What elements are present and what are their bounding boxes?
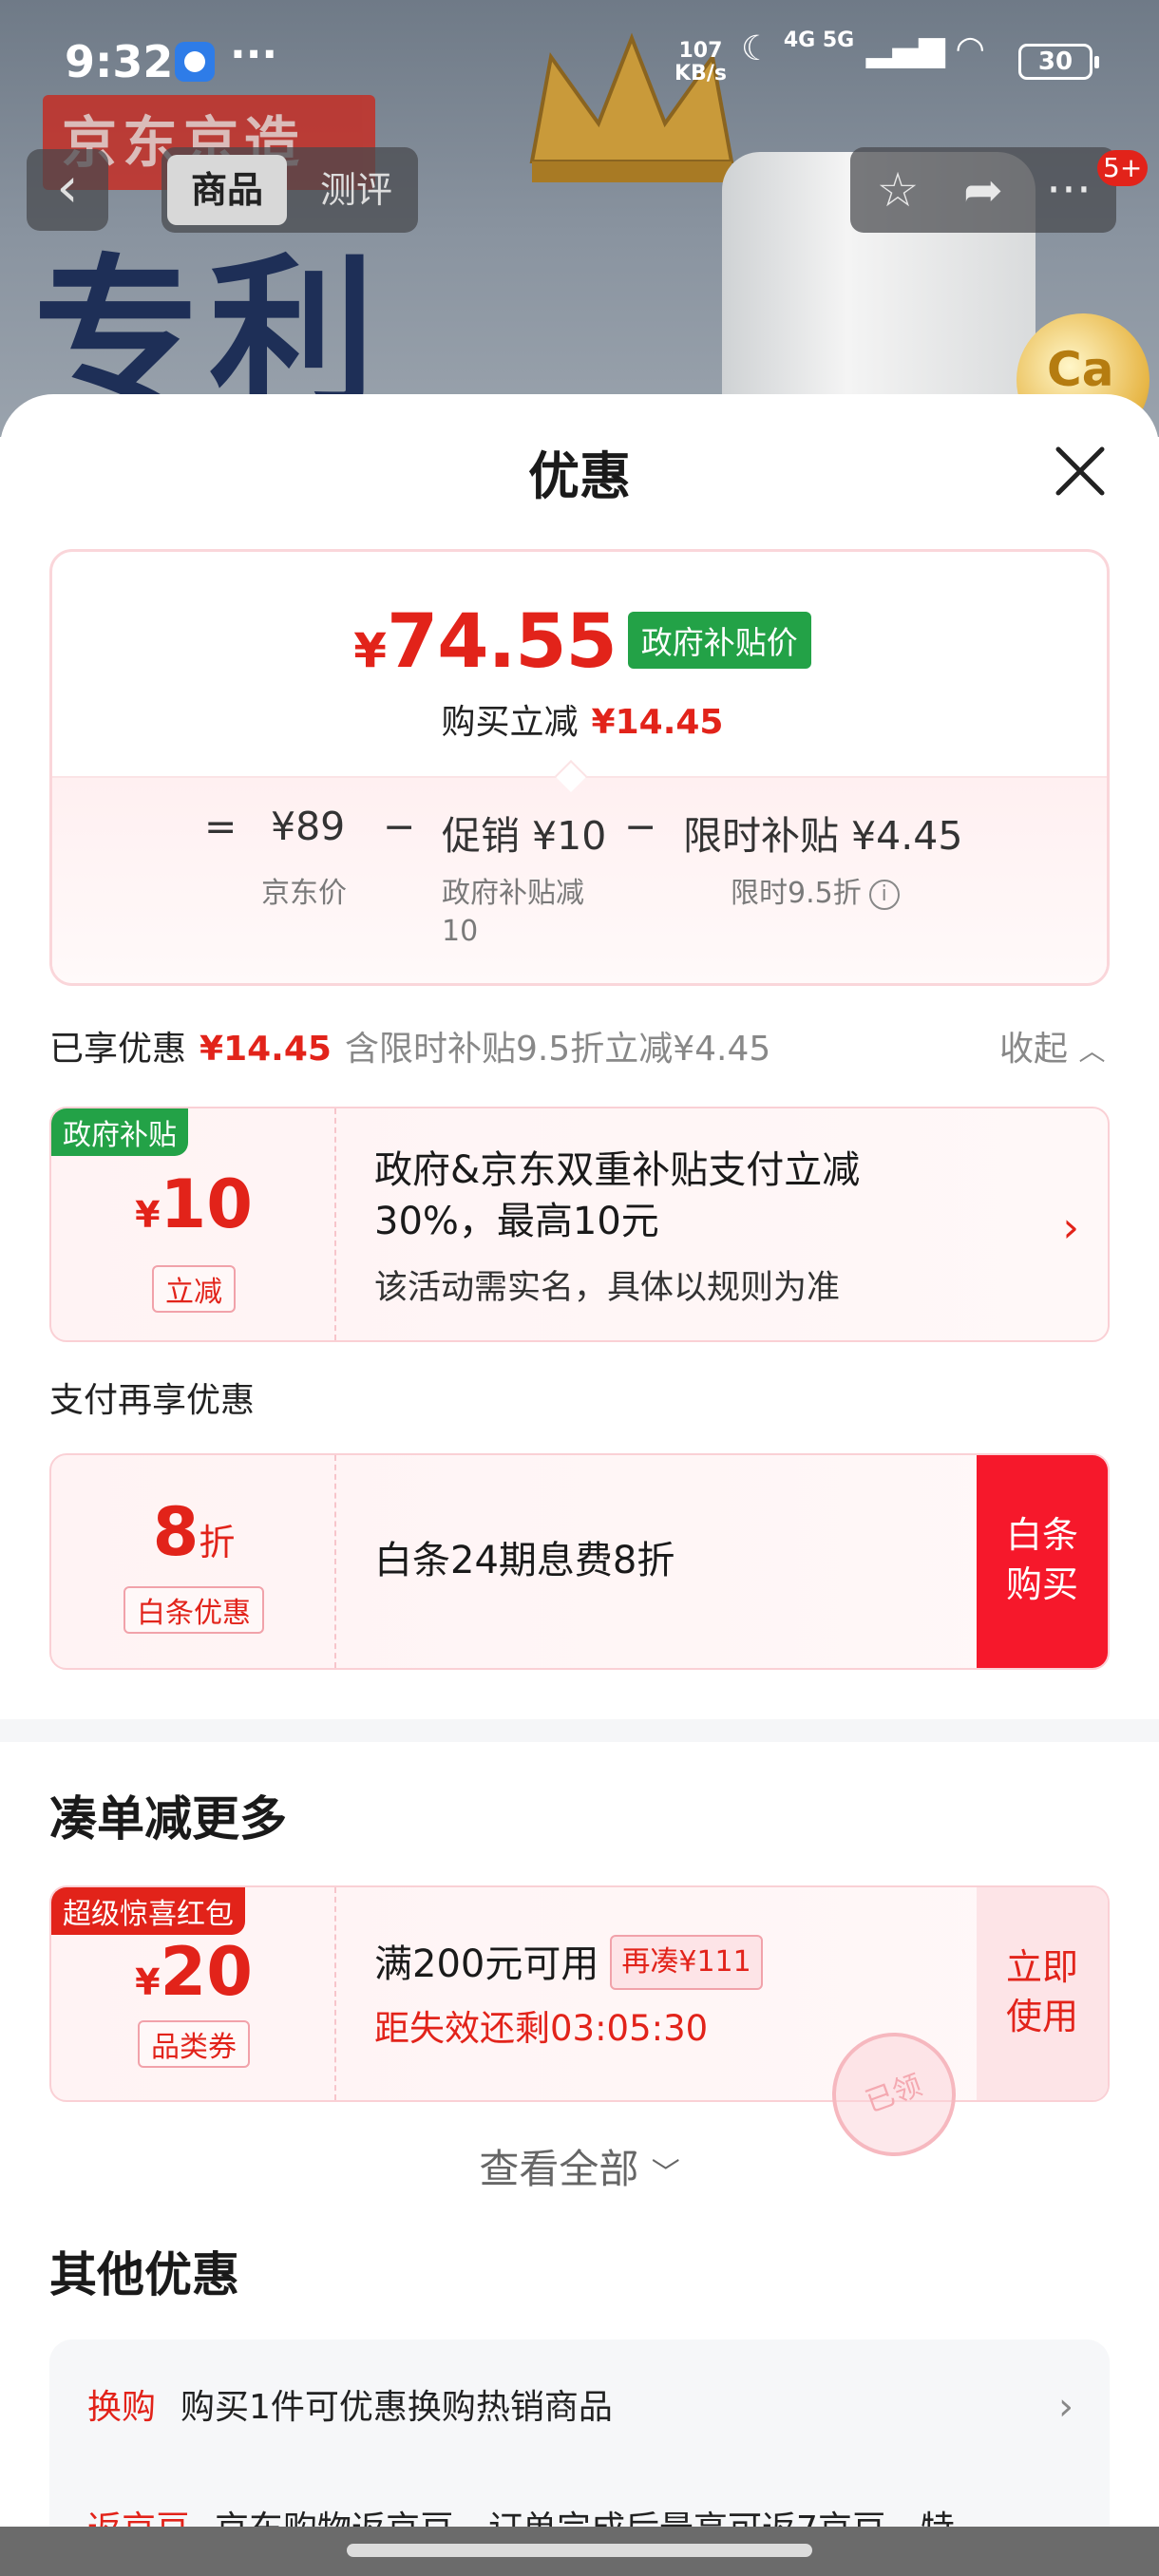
cart-badge: 5+ <box>1097 150 1149 186</box>
coupon-value-area: 政府补贴 ¥10 立减 <box>51 1108 336 1340</box>
coupon-chip: 立减 <box>51 1265 336 1313</box>
more-icon[interactable]: ··· <box>1031 155 1107 225</box>
chevron-right-icon[interactable]: › <box>1062 1203 1079 1252</box>
save-line: 购买立减 ¥14.45 <box>441 703 724 742</box>
back-button[interactable]: ‹ <box>27 149 108 231</box>
status-time: 9:32 <box>65 36 174 87</box>
home-indicator[interactable] <box>0 2527 1159 2576</box>
combine-heading: 凑单减更多 <box>49 1791 287 1847</box>
list-item[interactable]: 换购 购买1件可优惠换购热销商品 <box>87 2379 613 2429</box>
formula-minus: − <box>383 804 416 849</box>
coupon-value-area: 超级惊喜红包 ¥20 品类券 <box>51 1887 336 2100</box>
label-subsidy: 限时9.5折 i <box>731 875 900 913</box>
app-root: 京东京造 专利 Ca 9:32 ··· 107 KB/s ☾ 4G 5G ▂▄▆… <box>0 0 1159 2576</box>
chevron-up-icon: ︿ <box>1078 1035 1106 1067</box>
final-price: ¥74.55 政府补贴价 <box>52 599 1107 685</box>
signal-icon: ▂▄▆ <box>865 29 945 68</box>
signal-icons: ☾ 4G 5G ▂▄▆ ◠ <box>741 28 983 68</box>
network-label: 4G 5G <box>783 28 855 52</box>
baitiao-coupon[interactable]: 8折 白条优惠 白条24期息费8折 白条 购买 <box>49 1453 1110 1670</box>
status-more: ··· <box>230 30 278 79</box>
collapse-button[interactable]: 收起 ︿ <box>999 1021 1105 1070</box>
enjoyed-discount: 已享优惠 ¥14.45 含限时补贴9.5折立减¥4.45 <box>49 1030 771 1069</box>
coupon-chip: 白条优惠 <box>51 1586 336 1634</box>
baitiao-buy-button[interactable]: 白条 购买 <box>977 1455 1108 1668</box>
section-divider <box>0 1719 1159 1742</box>
close-icon[interactable] <box>1053 444 1108 499</box>
formula-base: ¥89 <box>271 804 346 849</box>
formula-eq: = <box>204 804 238 849</box>
formula-subsidy: 限时补贴 ¥4.45 <box>683 813 963 859</box>
nav-actions: ☆ ➦ ··· <box>850 147 1116 233</box>
gov-subsidy-tag: 政府补贴 <box>51 1108 188 1156</box>
star-icon[interactable]: ☆ <box>860 155 936 225</box>
gov-price-tag: 政府补贴价 <box>627 612 811 669</box>
pay-section-heading: 支付再享优惠 <box>49 1381 256 1420</box>
coupon-title: 政府&京东双重补贴支付立减 30%，最高10元 <box>374 1148 861 1243</box>
label-promo-value: 10 <box>442 915 479 948</box>
chevron-right-icon[interactable]: › <box>1058 2385 1074 2429</box>
rebuy-badge: 再凑¥111 <box>610 1935 763 1990</box>
coupon-value: ¥10 <box>135 1165 253 1243</box>
discount-sheet: 优惠 ¥74.55 政府补贴价 购买立减 ¥14.45 = ¥89 − 促销 ¥10… <box>0 394 1159 2576</box>
tab-review[interactable]: 测评 <box>304 155 408 225</box>
network-speed: 107 KB/s <box>674 39 727 85</box>
wifi-icon: ◠ <box>957 29 984 68</box>
coupon-chip: 品类券 <box>51 2020 336 2068</box>
share-icon[interactable]: ➦ <box>945 155 1021 225</box>
other-heading: 其他优惠 <box>49 2247 239 2302</box>
coupon-value: 8折 <box>152 1493 236 1571</box>
app-notification-icon <box>175 42 215 82</box>
label-promo: 政府补贴减 <box>442 877 584 910</box>
sheet-title: 优惠 <box>528 446 631 506</box>
nav-tabs: 商品 测评 <box>162 147 418 233</box>
coupon-desc: 该活动需实名，具体以规则为准 <box>374 1269 841 1307</box>
price-value: 74.55 <box>387 599 618 685</box>
red-packet-tag: 超级惊喜红包 <box>51 1887 245 1935</box>
price-breakdown-card: ¥74.55 政府补贴价 购买立减 ¥14.45 = ¥89 − 促销 ¥10 − … <box>49 549 1110 986</box>
moon-icon: ☾ <box>741 29 772 68</box>
coupon-value: ¥20 <box>135 1933 253 2011</box>
gov-subsidy-coupon[interactable]: 政府补贴 ¥10 立减 政府&京东双重补贴支付立减 30%，最高10元 该活动需… <box>49 1107 1110 1342</box>
countdown: 距失效还剩03:05:30 <box>374 2008 709 2049</box>
formula-minus: − <box>624 804 657 849</box>
formula-promo: 促销 ¥10 <box>442 813 607 859</box>
chevron-down-icon: ﹀ <box>651 2157 680 2190</box>
info-icon[interactable]: i <box>868 880 900 910</box>
use-now-button[interactable]: 立即 使用 <box>977 1887 1108 2100</box>
see-all-link[interactable]: 查看全部 ﹀ <box>0 2137 1159 2195</box>
enjoyed-detail: 含限时补贴9.5折立减¥4.45 <box>344 1030 771 1069</box>
battery-icon: 30 <box>1018 44 1099 80</box>
save-amount: ¥14.45 <box>591 703 724 742</box>
enjoyed-amount: ¥14.45 <box>200 1030 332 1069</box>
coupon-title: 白条24期息费8折 <box>374 1539 675 1582</box>
label-base: 京东价 <box>261 877 347 910</box>
coupon-title: 满200元可用 再凑¥111 <box>374 1935 763 1990</box>
coupon-value-area: 8折 白条优惠 <box>51 1455 336 1668</box>
tab-product[interactable]: 商品 <box>167 155 287 225</box>
status-bar: 9:32 ··· 107 KB/s ☾ 4G 5G ▂▄▆ ◠ 30 <box>0 0 1159 123</box>
